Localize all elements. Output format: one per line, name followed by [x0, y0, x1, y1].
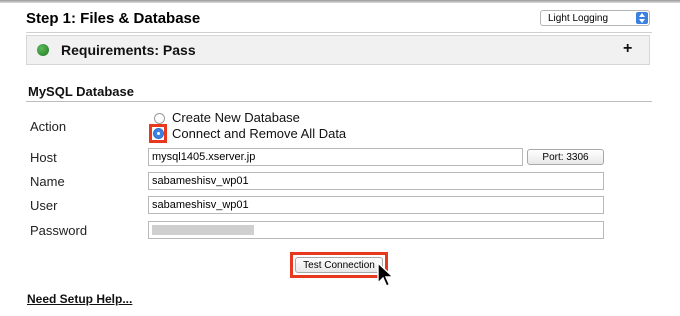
port-button[interactable]: Port: 3306: [527, 149, 604, 165]
setup-help-link[interactable]: Need Setup Help...: [27, 292, 132, 306]
requirements-panel[interactable]: Requirements: Pass +: [26, 35, 650, 65]
section-divider: [26, 101, 652, 102]
password-mask: [152, 225, 254, 235]
logging-mode-select[interactable]: Light Logging: [540, 10, 650, 26]
divider: [26, 32, 652, 33]
select-arrows-icon: [636, 12, 648, 24]
user-input[interactable]: sabameshisv_wp01: [148, 196, 604, 214]
logging-mode-value: Light Logging: [548, 13, 609, 24]
test-connection-button[interactable]: Test Connection: [295, 257, 383, 273]
radio-connect-remove-data[interactable]: [153, 128, 164, 139]
name-input[interactable]: sabameshisv_wp01: [148, 172, 604, 190]
requirements-title: Requirements: Pass: [61, 42, 196, 58]
status-dot-icon: [37, 44, 49, 56]
password-label: Password: [30, 223, 88, 238]
mysql-section-title: MySQL Database: [28, 84, 134, 99]
expand-plus-icon[interactable]: +: [623, 40, 632, 58]
host-input[interactable]: mysql1405.xserver.jp: [148, 148, 523, 166]
radio-label-create-new[interactable]: Create New Database: [172, 110, 300, 125]
action-label: Action: [30, 119, 67, 134]
step-title: Step 1: Files & Database: [26, 10, 201, 27]
radio-create-new-database[interactable]: [154, 113, 165, 124]
name-label: Name: [30, 174, 65, 189]
mouse-pointer-icon: [377, 262, 395, 287]
radio-label-connect-remove[interactable]: Connect and Remove All Data: [172, 126, 346, 141]
host-label: Host: [30, 150, 57, 165]
password-input[interactable]: [148, 221, 604, 239]
user-label: User: [30, 198, 58, 213]
window-top-shadow: [0, 0, 680, 3]
